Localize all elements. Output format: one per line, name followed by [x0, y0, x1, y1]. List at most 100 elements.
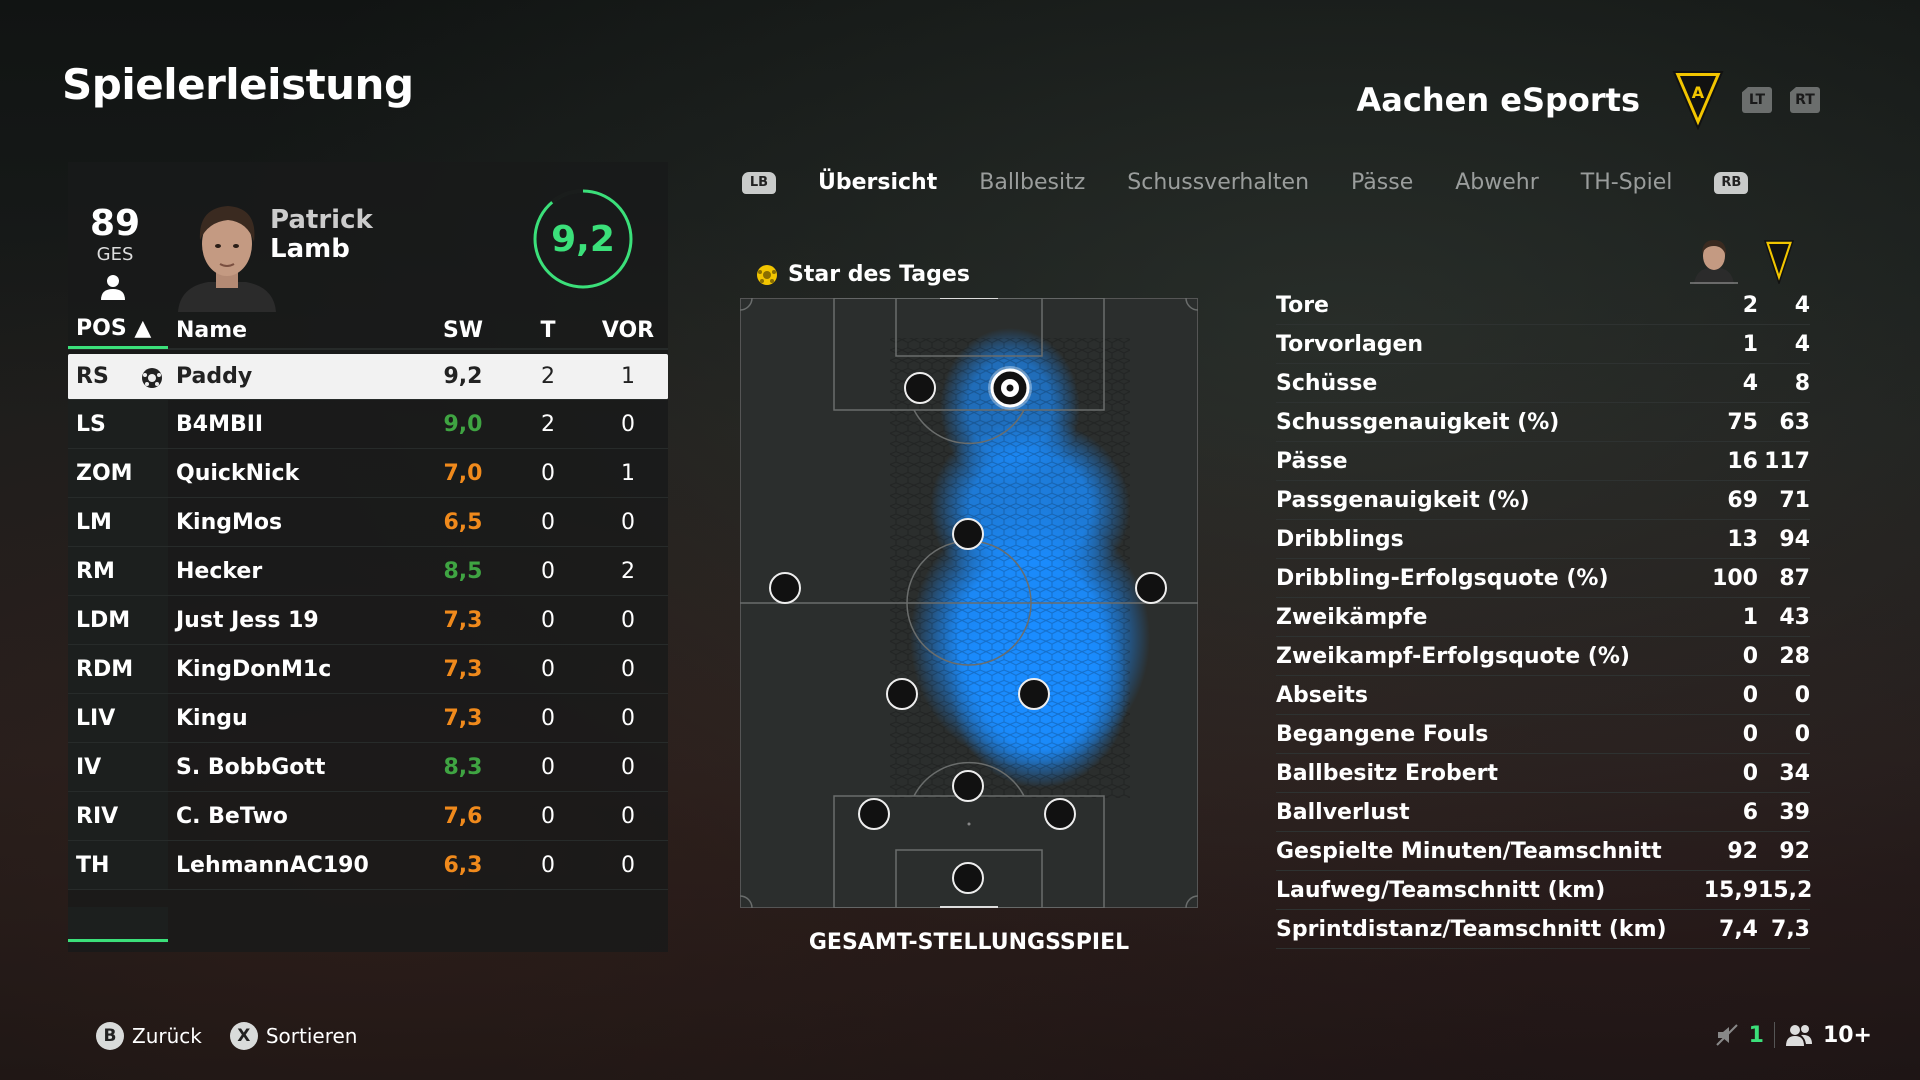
row-name: Hecker	[176, 558, 263, 584]
rb-button[interactable]: RB	[1714, 171, 1749, 194]
row-name: QuickNick	[176, 460, 300, 486]
tab-uebersicht[interactable]: Übersicht	[818, 170, 937, 195]
row-vor: 1	[621, 364, 635, 389]
stat-row: Laufweg/Teamschnitt (km) 15,9 15,2	[1276, 871, 1813, 910]
stat-player-value: 15,9	[1703, 877, 1758, 903]
overall-rating: 89 GES	[90, 206, 140, 266]
table-row[interactable]: IV S. BobbGott 8,3 0 0	[68, 743, 668, 792]
stats-column-heads	[1690, 234, 1794, 284]
row-pos: LIV	[68, 694, 168, 742]
stat-row: Torvorlagen 1 4	[1276, 325, 1810, 364]
stat-player-value: 69	[1727, 487, 1758, 513]
person-icon	[101, 275, 125, 300]
tab-paesse[interactable]: Pässe	[1351, 170, 1413, 195]
row-name: Just Jess 19	[176, 607, 319, 633]
row-t: 2	[541, 364, 555, 389]
row-name: KingDonM1c	[176, 656, 332, 682]
table-row[interactable]: RM Hecker 8,5 0 2	[68, 547, 668, 596]
stat-row: Pässe 16 117	[1276, 442, 1810, 481]
row-pos: RDM	[68, 645, 168, 693]
stat-player-value: 0	[1742, 721, 1758, 747]
stat-label: Pässe	[1276, 448, 1348, 474]
stat-team-value: 28	[1779, 643, 1810, 669]
stat-label: Ballverlust	[1276, 799, 1410, 825]
row-t: 0	[541, 754, 555, 780]
table-row[interactable]: RS Paddy 9,2 2 1	[68, 354, 668, 400]
header-name[interactable]: Name	[168, 318, 418, 343]
row-pos: IV	[68, 743, 168, 791]
stat-player-value: 7,4	[1719, 916, 1758, 942]
stat-player-value: 4	[1742, 370, 1758, 396]
table-row[interactable]: ZOM QuickNick 7,0 0 1	[68, 449, 668, 498]
tab-ballbesitz[interactable]: Ballbesitz	[979, 170, 1085, 195]
row-sw: 7,3	[443, 607, 483, 633]
row-pos: LDM	[68, 596, 168, 644]
team-name: Aachen eSports	[1356, 81, 1641, 119]
row-vor: 2	[621, 558, 635, 584]
stat-team-value: 94	[1779, 526, 1810, 552]
row-sw: 9,2	[443, 364, 483, 389]
pos-column-fill	[68, 907, 168, 943]
svg-text:A: A	[1692, 83, 1705, 102]
lt-button[interactable]: LT	[1742, 87, 1772, 113]
stat-team-value: 7,3	[1771, 916, 1810, 942]
stat-player-value: 0	[1742, 643, 1758, 669]
stat-team-value: 15,2	[1758, 877, 1813, 903]
table-row[interactable]: LIV Kingu 7,3 0 0	[68, 694, 668, 743]
stat-label: Zweikämpfe	[1276, 604, 1428, 630]
sort-label: Sortieren	[265, 1024, 358, 1048]
tab-schussverhalten[interactable]: Schussverhalten	[1127, 170, 1309, 195]
player-marker	[1044, 798, 1076, 830]
row-t: 0	[541, 852, 555, 878]
back-label: Zurück	[132, 1024, 202, 1048]
player-marker	[858, 798, 890, 830]
row-vor: 1	[621, 460, 635, 486]
player-rows: RS Paddy 9,2 2 1 LS B4MBII 9,0 2 0 ZOM QuickNick 7,0…	[68, 354, 668, 890]
header-vor[interactable]: VOR	[588, 318, 668, 343]
header-pos[interactable]: POS ▲	[68, 311, 168, 349]
table-row[interactable]: RDM KingDonM1c 7,3 0 0	[68, 645, 668, 694]
row-pos: LM	[68, 498, 168, 546]
stat-player-value: 6	[1742, 799, 1758, 825]
stat-team-value: 0	[1794, 721, 1810, 747]
sort-action[interactable]: X Sortieren	[229, 1022, 358, 1050]
table-row[interactable]: RIV C. BeTwo 7,6 0 0	[68, 792, 668, 841]
row-sw: 9,0	[443, 411, 483, 437]
tab-th-spiel[interactable]: TH-Spiel	[1581, 170, 1673, 195]
stat-row: Tore 2 4	[1276, 286, 1810, 325]
header-t[interactable]: T	[508, 318, 588, 343]
stat-label: Schussgenauigkeit (%)	[1276, 409, 1560, 435]
stat-player-value: 16	[1727, 448, 1758, 474]
speaker-muted-icon	[1715, 1024, 1738, 1046]
rt-button[interactable]: RT	[1790, 87, 1820, 113]
stat-team-value: 34	[1779, 760, 1810, 786]
row-sw: 8,5	[443, 558, 483, 584]
stat-team-value: 8	[1794, 370, 1810, 396]
stat-row: Gespielte Minuten/Teamschnitt 92 92	[1276, 832, 1810, 871]
lb-button[interactable]: LB	[742, 171, 776, 194]
stat-row: Zweikampf-Erfolgsquote (%) 0 28	[1276, 637, 1810, 676]
stats-tabs: LB Übersicht Ballbesitz Schussverhalten …	[742, 170, 1749, 195]
team-crest-icon	[1764, 240, 1794, 284]
row-name: LehmannAC190	[176, 852, 369, 878]
player-marker	[1135, 572, 1167, 604]
table-row[interactable]: TH LehmannAC190 6,3 0 0	[68, 841, 668, 890]
row-pos: RM	[68, 547, 168, 595]
player-avatar-icon	[1690, 240, 1738, 284]
star-label-text: Star des Tages	[788, 262, 970, 287]
stat-label: Abseits	[1276, 682, 1368, 708]
row-t: 0	[541, 509, 555, 535]
row-t: 2	[541, 411, 555, 437]
header-sw[interactable]: SW	[418, 318, 508, 343]
table-row[interactable]: LM KingMos 6,5 0 0	[68, 498, 668, 547]
table-row[interactable]: LDM Just Jess 19 7,3 0 0	[68, 596, 668, 645]
table-row[interactable]: LS B4MBII 9,0 2 0	[68, 400, 668, 449]
tab-abwehr[interactable]: Abwehr	[1455, 170, 1539, 195]
team-header: Aachen eSports A LT RT	[1356, 70, 1820, 130]
stat-row: Begangene Fouls 0 0	[1276, 715, 1810, 754]
row-sw: 7,3	[443, 656, 483, 682]
stat-team-value: 92	[1779, 838, 1810, 864]
back-action[interactable]: B Zurück	[96, 1022, 202, 1050]
stat-team-value: 4	[1794, 331, 1810, 357]
row-t: 0	[541, 705, 555, 731]
